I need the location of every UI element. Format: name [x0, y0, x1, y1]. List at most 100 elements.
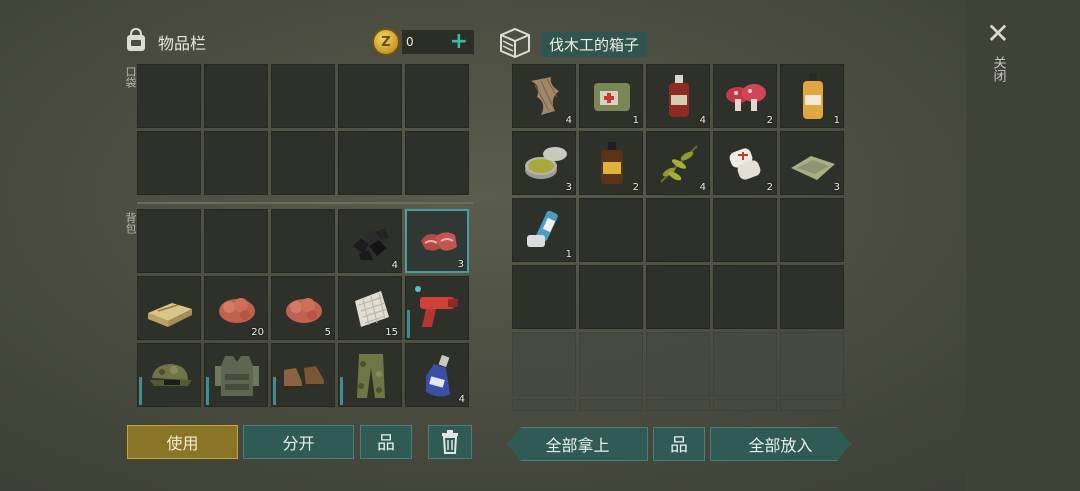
add-currency-button[interactable]: + — [450, 31, 468, 53]
split-button[interactable]: 分开 — [243, 425, 354, 459]
item-quantity: 3 — [833, 182, 840, 193]
box-slot[interactable] — [713, 198, 777, 262]
backpack-slot-ration[interactable] — [137, 276, 201, 340]
backpack-slot-vest[interactable] — [204, 343, 268, 407]
first-aid-bag-icon — [594, 83, 630, 111]
inventory-header: 物品栏 — [122, 26, 206, 58]
box-slot[interactable] — [579, 198, 643, 262]
box-slot-mushroom[interactable]: 2 — [713, 64, 777, 128]
cloth-rag-icon — [791, 156, 835, 180]
durability-bar — [273, 377, 276, 405]
item-quantity: 20 — [251, 327, 264, 338]
box-slot-ointment[interactable]: 3 — [512, 131, 576, 195]
durability-bar — [206, 377, 209, 405]
box-slot-locked — [512, 332, 576, 396]
item-quantity: 4 — [699, 182, 706, 193]
box-slot-herb[interactable]: 4 — [646, 131, 710, 195]
herb-icon — [660, 145, 698, 183]
container-header: 伐木工的箱子 — [497, 26, 648, 62]
trash-icon — [442, 430, 458, 454]
item-quantity: 1 — [565, 249, 572, 260]
pocket-slot[interactable] — [338, 64, 402, 128]
pocket-slot[interactable] — [271, 131, 335, 195]
box-slot-locked — [646, 399, 710, 411]
box-slot-oil[interactable]: 1 — [780, 64, 844, 128]
camo-pants-icon — [357, 354, 385, 398]
box-slot-rag[interactable]: 3 — [780, 131, 844, 195]
item-quantity: 1 — [632, 115, 639, 126]
use-button[interactable]: 使用 — [127, 425, 238, 459]
pocket-grid — [137, 64, 469, 195]
close-icon: ✕ — [986, 17, 1010, 50]
box-slot-inhaler[interactable]: 1 — [512, 198, 576, 262]
backpack-slot-coal[interactable]: 4 — [338, 209, 402, 273]
pocket-slot[interactable] — [137, 64, 201, 128]
backpack-slot[interactable] — [137, 209, 201, 273]
backpack-slot-cap[interactable] — [137, 343, 201, 407]
item-quantity: 5 — [324, 327, 331, 338]
pocket-slot[interactable] — [338, 131, 402, 195]
put-all-button[interactable]: 全部放入 — [710, 427, 851, 461]
pocket-slot[interactable] — [405, 131, 469, 195]
box-slot-bandage[interactable]: 2 — [713, 131, 777, 195]
backpack-slot-pants[interactable] — [338, 343, 402, 407]
box-slot[interactable] — [579, 265, 643, 329]
backpack-slot-cloth[interactable]: 15 — [338, 276, 402, 340]
red-mushroom-icon — [726, 84, 766, 111]
box-slot[interactable] — [780, 198, 844, 262]
close-button[interactable]: ✕ 关闭 — [983, 17, 1013, 83]
box-slot[interactable] — [713, 265, 777, 329]
container-grid: 4 1 4 2 1 3 2 4 2 3 1 — [512, 64, 844, 411]
blue-potion-icon — [426, 354, 450, 397]
backpack-slot-meat[interactable]: 5 — [271, 276, 335, 340]
pocket-slot[interactable] — [271, 64, 335, 128]
item-quantity: 4 — [565, 115, 572, 126]
flare-gun-icon — [415, 286, 458, 327]
backpack-slot-raw-meat[interactable]: 3 — [405, 209, 469, 273]
item-quantity: 15 — [385, 327, 398, 338]
backpack-slot-boots[interactable] — [271, 343, 335, 407]
box-slot[interactable] — [646, 265, 710, 329]
sort-container-button[interactable]: 品 — [653, 427, 705, 461]
box-slot-locked — [579, 399, 643, 411]
box-slot-iodine[interactable]: 2 — [579, 131, 643, 195]
box-slot-tincture[interactable]: 4 — [646, 64, 710, 128]
durability-bar — [407, 310, 410, 338]
take-all-button[interactable]: 全部拿上 — [507, 427, 648, 461]
durability-bar — [139, 377, 142, 405]
backpack-slot-potion[interactable]: 4 — [405, 343, 469, 407]
box-slot-fiber[interactable]: 4 — [512, 64, 576, 128]
item-quantity: 4 — [458, 394, 465, 405]
box-slot[interactable] — [512, 265, 576, 329]
backpack-slot-meat[interactable]: 20 — [204, 276, 268, 340]
backpack-slot-flare-gun[interactable] — [405, 276, 469, 340]
item-quantity: 2 — [632, 182, 639, 193]
item-quantity: 4 — [699, 115, 706, 126]
durability-bar — [340, 377, 343, 405]
box-slot[interactable] — [646, 198, 710, 262]
sort-icon: 品 — [670, 435, 688, 456]
pocket-slot[interactable] — [137, 131, 201, 195]
backpack-slot[interactable] — [271, 209, 335, 273]
box-slot[interactable] — [780, 265, 844, 329]
pocket-slot[interactable] — [405, 64, 469, 128]
box-slot-locked — [780, 332, 844, 396]
item-quantity: 2 — [766, 182, 773, 193]
iodine-bottle-icon — [601, 142, 623, 184]
box-slot-locked — [646, 332, 710, 396]
raw-meat-chunk-icon — [286, 298, 322, 323]
backpack-grid: 4 3 20 5 15 4 — [137, 209, 469, 407]
camo-cap-icon — [150, 364, 192, 386]
pocket-slot[interactable] — [204, 64, 268, 128]
inhaler-icon — [527, 210, 558, 247]
section-divider — [137, 202, 473, 204]
box-slot-first-aid[interactable]: 1 — [579, 64, 643, 128]
currency-display: Z 0 + — [372, 28, 474, 56]
backpack-slot[interactable] — [204, 209, 268, 273]
tactical-vest-icon — [215, 356, 259, 396]
sort-inventory-button[interactable]: 品 — [360, 425, 412, 459]
coal-icon — [353, 228, 389, 260]
box-slot-locked — [713, 399, 777, 411]
discard-button[interactable] — [428, 425, 472, 459]
pocket-slot[interactable] — [204, 131, 268, 195]
